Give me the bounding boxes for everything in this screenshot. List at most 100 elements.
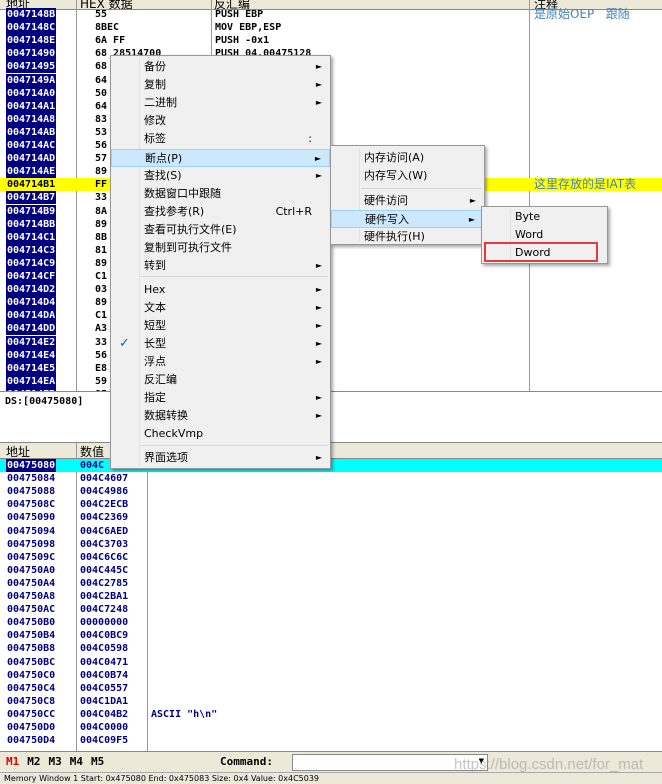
menu-item-2[interactable]: 二进制 ► xyxy=(111,94,330,112)
dump-row[interactable]: 004750B8 004C0598 xyxy=(0,642,662,655)
menu-item-16[interactable]: 浮点 ► xyxy=(111,353,330,371)
disasm-row[interactable]: 004714DA C1 xyxy=(0,309,662,323)
menu-item-21[interactable]: 界面选项 ► xyxy=(111,449,330,467)
disasm-hex: 81 xyxy=(95,244,108,256)
dump-address: 00475094 xyxy=(7,525,56,537)
dump-row[interactable]: 004750D4 004C09F5 xyxy=(0,734,662,747)
disasm-row[interactable]: 004714EA 59 xyxy=(0,374,662,388)
disasm-row[interactable]: 004714A164S:[0],ESP xyxy=(0,99,662,113)
disasm-row[interactable]: 0047149A64TR FS:[0] xyxy=(0,73,662,87)
menu-item-7[interactable]: 数据窗口中跟随 xyxy=(111,185,330,203)
check-icon: ✓ xyxy=(119,336,130,351)
tab-m1[interactable]: M1 xyxy=(6,755,19,768)
disasm-row[interactable]: 0047148C 8BEC MOV EBP,ESP xyxy=(0,21,662,35)
chevron-right-icon: ► xyxy=(315,98,322,107)
dump-row[interactable]: 0047508C 004C2ECB xyxy=(0,498,662,511)
dump-row[interactable]: 0047509C 004C6C6C xyxy=(0,551,662,564)
dump-value: 004C09F5 xyxy=(80,735,129,747)
disasm-row[interactable]: 004714EB 85 xyxy=(0,387,662,391)
dump-row[interactable]: 00475088 004C4986 xyxy=(0,485,662,498)
menu-item-shortcut: : xyxy=(308,132,312,145)
menu-item-13[interactable]: 文本 ► xyxy=(111,299,330,317)
menu-item-20[interactable]: CheckVmp xyxy=(111,425,330,443)
dump-address: 004750CC xyxy=(7,708,56,720)
dump-row[interactable]: 00475080 004C xyxy=(0,459,662,473)
dump-value: 004C0BC9 xyxy=(80,630,129,642)
disasm-row[interactable]: 004714D489S:[0x4785BC],ECX xyxy=(0,296,662,310)
disasm-row[interactable]: 004714AB 53 xyxy=(0,125,662,139)
menu-item-17[interactable]: 反汇编 xyxy=(111,371,330,389)
menu-item-10[interactable]: 复制到可执行文件 xyxy=(111,239,330,257)
disasm-row[interactable]: 004714E4 56 xyxy=(0,348,662,362)
disasm-address: 004714CF xyxy=(6,270,57,284)
menu-item-4[interactable]: 标签: xyxy=(111,130,330,148)
dump-row[interactable]: 00475098 004C3703 xyxy=(0,538,662,551)
menu-item-18[interactable]: 指定 ► xyxy=(111,389,330,407)
dump-row[interactable]: 004750AC 004C7248 xyxy=(0,603,662,616)
dump-row[interactable]: 004750C8 004C1DA1 xyxy=(0,695,662,708)
disasm-address: 0047149A xyxy=(6,73,57,87)
dump-row[interactable]: 004750A0 004C445C xyxy=(0,564,662,577)
disasm-row[interactable]: 004714D2 03 xyxy=(0,283,662,297)
tab-m3[interactable]: M3 xyxy=(49,755,62,768)
chevron-right-icon: ► xyxy=(314,154,321,163)
disasm-row[interactable]: 004714A8 83 xyxy=(0,112,662,126)
dump-address: 004750D4 xyxy=(7,735,56,747)
menu-item-5[interactable]: 断点(P) ► xyxy=(111,149,330,167)
dump-row[interactable]: 004750B4 004C0BC9 xyxy=(0,629,662,642)
dump-row[interactable]: 004750D0 004C0000 xyxy=(0,721,662,734)
dump-row[interactable]: 004750C4 004C0557 xyxy=(0,682,662,695)
bp-item-3[interactable]: 硬件写入 ► xyxy=(331,210,484,228)
disasm-address: 004714DA xyxy=(6,309,57,323)
menu-item-8[interactable]: 查找参考(R) Ctrl+R xyxy=(111,203,330,221)
disasm-row[interactable]: 00471490 68 28514700 PUSH 04.00475128 xyxy=(0,47,662,61)
disasm-row[interactable]: 004714E2 33 xyxy=(0,335,662,349)
menu-item-1[interactable]: 复制 ► xyxy=(111,76,330,94)
disasm-hex: 64 xyxy=(95,100,108,112)
dump-row[interactable]: 004750CC 004C04B2 ASCII "h\n" xyxy=(0,708,662,721)
dump-row[interactable]: 004750BC 004C0471 xyxy=(0,656,662,669)
disasm-row[interactable]: 004714A0 50 xyxy=(0,86,662,100)
disasm-row[interactable]: 00471495688 xyxy=(0,60,662,74)
dump-header-value[interactable]: 数值 xyxy=(80,443,104,460)
menu-item-9[interactable]: 查看可执行文件(E) xyxy=(111,221,330,239)
menu-item-3[interactable]: 修改 xyxy=(111,112,330,130)
bp-item-2[interactable]: 硬件访问 ► xyxy=(331,192,484,210)
disasm-hex: 03 xyxy=(95,284,108,296)
dump-row[interactable]: 004750A8 004C2BA1 xyxy=(0,590,662,603)
menu-item-14[interactable]: 短型 ► xyxy=(111,317,330,335)
disasm-hex: A3 xyxy=(95,323,108,335)
menu-item-19[interactable]: 数据转换 ► xyxy=(111,407,330,425)
disasm-row[interactable]: 0047148E 6A FF PUSH -0x1 xyxy=(0,34,662,48)
dump-value: 004C4986 xyxy=(80,486,129,498)
disasm-row[interactable]: 0047148B 55 PUSH EBP 是原始OEP 跟随 xyxy=(0,7,662,22)
tab-m5[interactable]: M5 xyxy=(91,755,104,768)
bp-item-4[interactable]: 硬件执行(H) xyxy=(331,228,484,246)
hw-item-byte[interactable]: Byte xyxy=(482,208,607,226)
menu-item-11[interactable]: 转到 ► xyxy=(111,257,330,275)
disasm-row[interactable]: 004714CF C1 xyxy=(0,270,662,284)
dump-row[interactable]: 004750C0 004C0B74 xyxy=(0,669,662,682)
disasm-hex: 8B xyxy=(95,231,108,243)
tab-m2[interactable]: M2 xyxy=(27,755,40,768)
dump-row[interactable]: 00475084 004C4607 xyxy=(0,472,662,485)
dump-row[interactable]: 00475090 004C2369 xyxy=(0,511,662,524)
menu-item-0[interactable]: 备份 ► xyxy=(111,58,330,76)
dump-row[interactable]: 00475094 004C6AED xyxy=(0,525,662,538)
dump-header-address[interactable]: 地址 xyxy=(6,443,30,460)
disasm-row[interactable]: 004714DDA3S:[0x4785B8],EAX xyxy=(0,322,662,336)
disasm-row[interactable]: 004714E5E80 xyxy=(0,361,662,375)
bp-item-1[interactable]: 内存写入(W) xyxy=(331,167,484,185)
tab-m4[interactable]: M4 xyxy=(70,755,83,768)
menu-item-label: 硬件写入 xyxy=(365,213,409,226)
disasm-address: 004714E4 xyxy=(6,348,57,362)
menu-item-6[interactable]: 查找(S) ► xyxy=(111,167,330,185)
bp-item-0[interactable]: 内存访问(A) xyxy=(331,149,484,167)
menu-separator xyxy=(361,188,482,189)
dump-pane[interactable]: 地址 数值 00475080 004C 00475084 004C4607 004750… xyxy=(0,443,662,751)
menu-item-15[interactable]: 长型 ► ✓ xyxy=(111,335,330,353)
dump-row[interactable]: 004750B0 00000000 xyxy=(0,616,662,629)
menu-item-12[interactable]: Hex ► xyxy=(111,281,330,299)
menu-item-label: 修改 xyxy=(144,114,166,127)
dump-row[interactable]: 004750A4 004C2785 xyxy=(0,577,662,590)
